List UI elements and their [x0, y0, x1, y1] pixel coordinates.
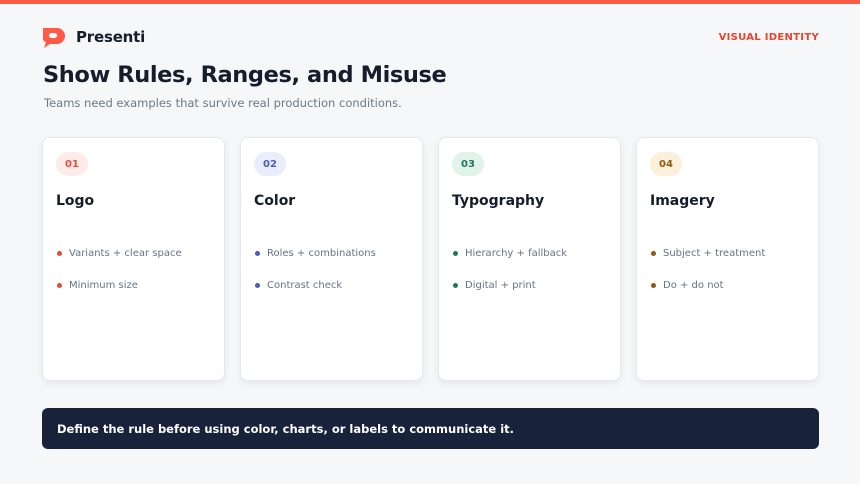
bullet-text: Variants + clear space: [69, 248, 182, 259]
card-title: Imagery: [650, 193, 715, 209]
bullet-dot-icon: [453, 251, 458, 256]
page-subtitle: Teams need examples that survive real pr…: [44, 96, 402, 110]
card-row: 01 Logo Variants + clear space Minimum s…: [42, 137, 819, 381]
card-bullet: Variants + clear space: [57, 248, 182, 259]
card-bullet: Roles + combinations: [255, 248, 376, 259]
card-number-badge: 03: [452, 152, 484, 176]
card-bullet: Do + do not: [651, 280, 724, 291]
bullet-text: Contrast check: [267, 280, 343, 291]
card-imagery: 04 Imagery Subject + treatment Do + do n…: [636, 137, 819, 381]
card-logo: 01 Logo Variants + clear space Minimum s…: [42, 137, 225, 381]
card-number-badge: 04: [650, 152, 682, 176]
brand-name: Presenti: [76, 28, 146, 46]
card-title: Logo: [56, 193, 95, 209]
card-number-badge: 02: [254, 152, 286, 176]
card-title: Color: [254, 193, 296, 209]
bullet-dot-icon: [453, 283, 458, 288]
bullet-text: Minimum size: [69, 280, 138, 291]
bullet-text: Do + do not: [663, 280, 724, 291]
top-accent-bar: [0, 0, 860, 4]
bullet-dot-icon: [57, 283, 62, 288]
bullet-dot-icon: [255, 251, 260, 256]
card-bullet: Minimum size: [57, 280, 138, 291]
card-color: 02 Color Roles + combinations Contrast c…: [240, 137, 423, 381]
card-bullet: Contrast check: [255, 280, 342, 291]
section-eyebrow: VISUAL IDENTITY: [718, 32, 819, 43]
card-typography: 03 Typography Hierarchy + fallback Digit…: [438, 137, 621, 381]
brand: Presenti: [40, 25, 145, 49]
presenti-logo-icon: [43, 28, 65, 48]
card-title: Typography: [452, 193, 545, 209]
bullet-text: Subject + treatment: [663, 248, 766, 259]
page-title: Show Rules, Ranges, and Misuse: [43, 62, 447, 88]
callout-text: Define the rule before using color, char…: [57, 421, 515, 436]
card-bullet: Hierarchy + fallback: [453, 248, 567, 259]
card-bullet: Subject + treatment: [651, 248, 765, 259]
bullet-dot-icon: [57, 251, 62, 256]
card-bullet: Digital + print: [453, 280, 536, 291]
bullet-text: Digital + print: [465, 280, 536, 291]
bullet-text: Roles + combinations: [267, 248, 376, 259]
card-number-badge: 01: [56, 152, 88, 176]
takeaway-callout: Define the rule before using color, char…: [42, 408, 819, 449]
bullet-dot-icon: [255, 283, 260, 288]
bullet-text: Hierarchy + fallback: [465, 248, 568, 259]
bullet-dot-icon: [651, 251, 656, 256]
bullet-dot-icon: [651, 283, 656, 288]
